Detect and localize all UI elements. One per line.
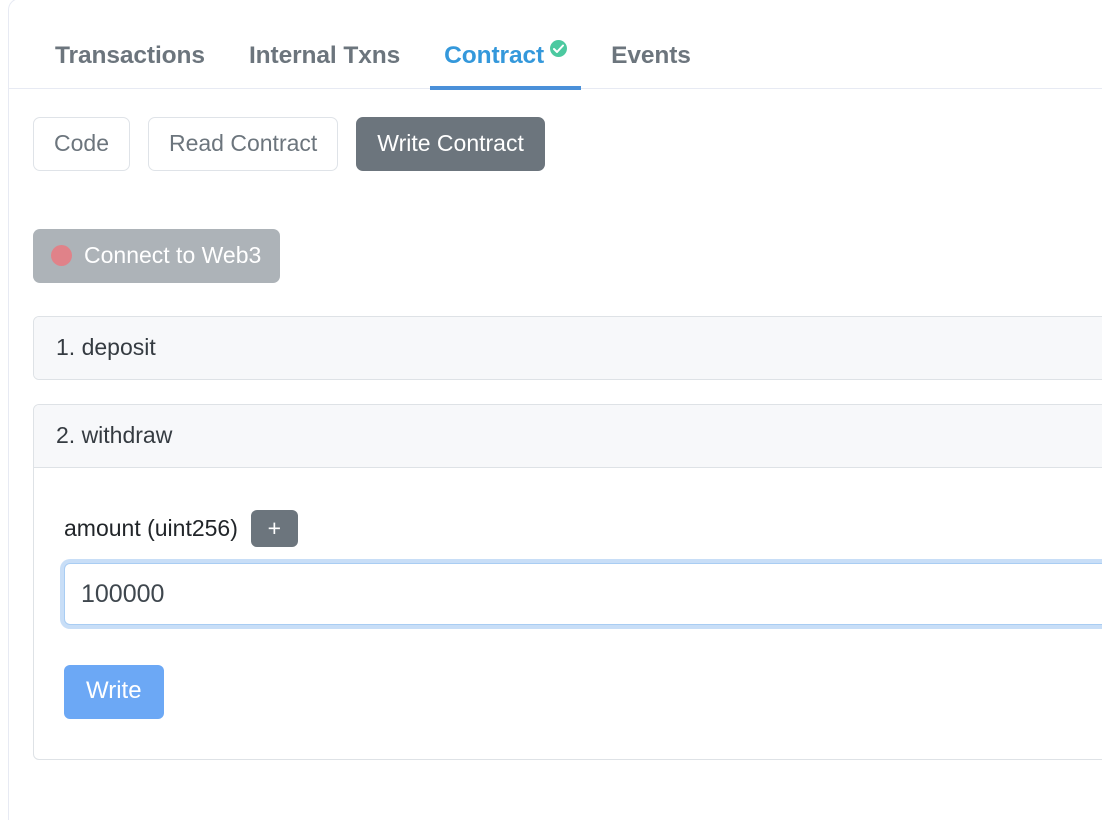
write-action-row: Write	[64, 625, 1102, 719]
function-body-withdraw: amount (uint256) + Write	[34, 467, 1102, 759]
code-button[interactable]: Code	[33, 117, 130, 171]
tab-internal-txns-label: Internal Txns	[248, 41, 401, 69]
function-header-deposit[interactable]: 1. deposit	[34, 317, 1102, 379]
tab-bar: Transactions Internal Txns Contract Even…	[9, 0, 1102, 90]
function-card-withdraw: 2. withdraw amount (uint256) + Write	[33, 404, 1102, 760]
amount-field-label-row: amount (uint256) +	[64, 510, 1102, 547]
add-amount-icon-button[interactable]: +	[250, 510, 298, 547]
connect-to-web3-label: Connect to Web3	[84, 242, 262, 268]
amount-field-label: amount (uint256)	[64, 515, 238, 541]
write-submit-button[interactable]: Write	[64, 665, 164, 719]
amount-input[interactable]	[64, 563, 1102, 625]
tab-transactions[interactable]: Transactions	[33, 22, 227, 89]
contract-mode-buttons: Code Read Contract Write Contract	[33, 117, 1102, 171]
tab-transactions-label: Transactions	[55, 41, 205, 69]
tab-contract-label: Contract	[444, 41, 545, 69]
tab-events-label: Events	[611, 41, 691, 69]
tab-list: Transactions Internal Txns Contract Even…	[33, 0, 1102, 90]
tab-events[interactable]: Events	[589, 22, 713, 89]
tab-contract[interactable]: Contract	[422, 22, 589, 90]
read-contract-button[interactable]: Read Contract	[147, 117, 339, 171]
function-header-withdraw[interactable]: 2. withdraw	[34, 405, 1102, 467]
contract-body: Code Read Contract Write Contract Connec…	[9, 89, 1102, 760]
connect-to-web3-button[interactable]: Connect to Web3	[33, 229, 281, 283]
main-card: Transactions Internal Txns Contract Even…	[8, 0, 1102, 820]
function-card-deposit: 1. deposit	[33, 316, 1102, 380]
connect-web3-row: Connect to Web3	[33, 229, 1102, 283]
verified-check-icon	[550, 40, 568, 57]
connection-status-dot-icon	[51, 245, 72, 266]
write-contract-button[interactable]: Write Contract	[356, 117, 545, 171]
tab-internal-txns[interactable]: Internal Txns	[227, 22, 422, 89]
contract-write-page: Transactions Internal Txns Contract Even…	[0, 0, 1102, 820]
